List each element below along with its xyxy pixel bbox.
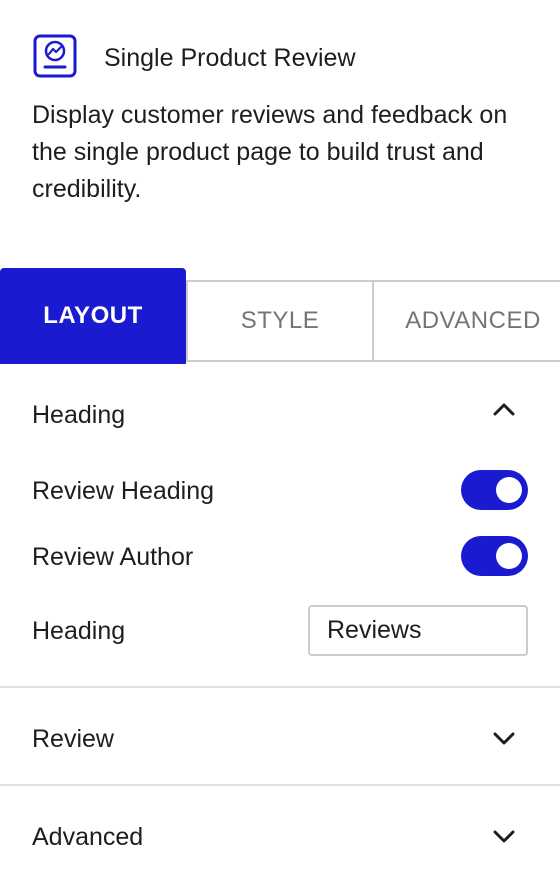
block-title: Single Product Review	[104, 44, 356, 72]
tab-style[interactable]: STYLE	[186, 280, 374, 362]
tab-advanced[interactable]: ADVANCED	[372, 280, 560, 362]
toggle-knob	[496, 477, 522, 503]
heading-panel-title[interactable]: Heading	[32, 400, 125, 430]
review-panel-title[interactable]: Review	[32, 724, 114, 754]
product-review-icon	[33, 34, 77, 78]
review-author-toggle[interactable]	[461, 536, 528, 576]
review-heading-toggle[interactable]	[461, 470, 528, 510]
chevron-down-icon[interactable]	[490, 822, 518, 850]
divider	[0, 784, 560, 786]
review-heading-label: Review Heading	[32, 477, 215, 505]
inspector-tabs: LAYOUT STYLE ADVANCED	[0, 268, 560, 364]
tab-layout[interactable]: LAYOUT	[0, 268, 186, 364]
heading-text-input[interactable]	[308, 605, 528, 656]
review-author-label: Review Author	[32, 543, 194, 571]
chevron-down-icon[interactable]	[490, 724, 518, 752]
heading-field-label: Heading	[32, 617, 126, 645]
toggle-knob	[496, 543, 522, 569]
chevron-up-icon[interactable]	[490, 396, 518, 424]
divider	[0, 686, 560, 688]
advanced-panel-title[interactable]: Advanced	[32, 822, 143, 852]
block-description: Display customer reviews and feedback on…	[32, 101, 508, 203]
